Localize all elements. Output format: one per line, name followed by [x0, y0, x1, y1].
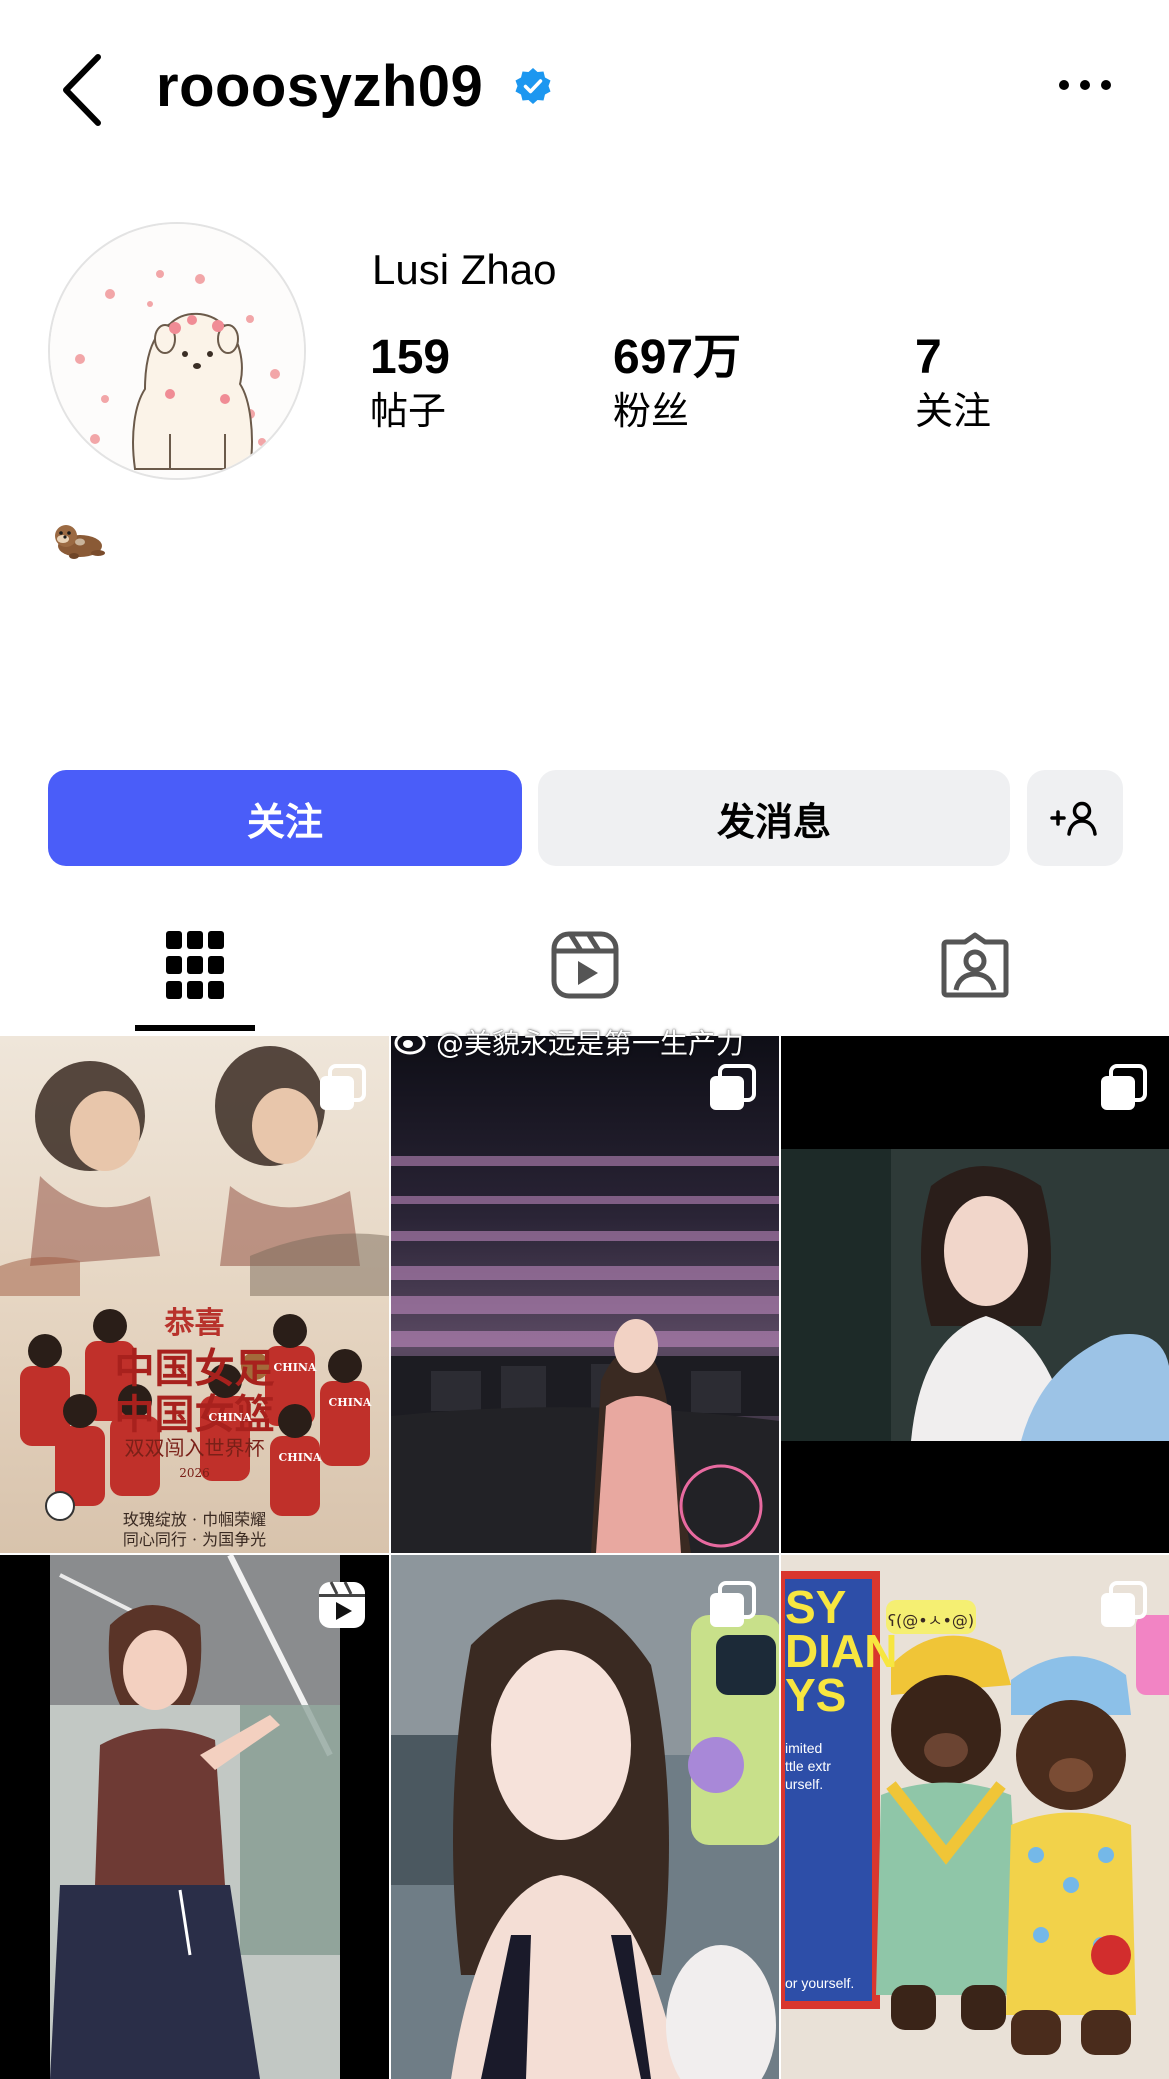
sign-bottom-text: or yourself.	[785, 1975, 855, 1991]
profile-username: rooosyzh09	[156, 54, 484, 119]
tab-tagged[interactable]	[875, 900, 1075, 1030]
post-thumbnail-6[interactable]: SY DIAN YS imited ttle extr urself. or y…	[781, 1555, 1169, 2079]
grid-icon	[166, 931, 224, 999]
carousel-icon	[710, 1581, 756, 1627]
sign-line-1: SY	[785, 1581, 847, 1633]
post-thumbnail-2[interactable]	[391, 1036, 779, 1553]
poster-line-3: 双双闯入世界杯	[124, 1436, 265, 1460]
tab-posts[interactable]	[95, 900, 295, 1030]
post-thumbnail-1[interactable]: 恭喜 中国女足 中国女篮 双双闯入世界杯 2026 玫瑰绽放 · 巾帼荣耀 同心…	[0, 1036, 389, 1553]
speech-bubble-text: ʕ(@•ㅅ•@)	[887, 1611, 975, 1630]
stat-followers-label: 粉丝	[613, 389, 690, 433]
stat-followers-value: 697万	[613, 331, 742, 384]
chevron-left-icon	[63, 54, 101, 126]
reel-icon	[319, 1581, 365, 1628]
stat-posts[interactable]: 159 帖子	[370, 330, 450, 436]
post-thumbnail-5[interactable]	[391, 1555, 779, 2079]
back-button[interactable]	[50, 45, 120, 135]
sign-line-3: YS	[785, 1669, 847, 1721]
follow-button[interactable]: 关注	[48, 770, 522, 866]
carousel-icon	[1101, 1064, 1147, 1110]
stat-following-value: 7	[915, 331, 942, 384]
profile-header: rooosyzh09	[0, 0, 1169, 175]
dance-reel-photo	[0, 1555, 389, 2079]
add-person-icon	[1050, 801, 1097, 836]
stat-following[interactable]: 7 关注	[915, 330, 991, 436]
watermark-text: @美貌永远是第一生产力	[436, 1027, 745, 1060]
tagged-person-icon	[941, 932, 1009, 998]
profile-avatar[interactable]	[48, 222, 306, 480]
stat-posts-label: 帖子	[370, 389, 447, 433]
poster-year: 2026	[179, 1466, 210, 1480]
suggested-users-button[interactable]	[1027, 770, 1123, 866]
more-horizontal-icon	[1059, 80, 1111, 90]
stat-following-label: 关注	[915, 389, 992, 433]
posts-grid: 恭喜 中国女足 中国女篮 双双闯入世界杯 2026 玫瑰绽放 · 巾帼荣耀 同心…	[0, 1036, 1169, 2079]
carousel-icon	[320, 1064, 366, 1110]
reels-icon	[551, 931, 619, 999]
jersey-label: CHINA	[273, 1361, 317, 1374]
sign-line-2: DIAN	[785, 1625, 898, 1677]
otter-emoji-icon	[55, 525, 105, 559]
jersey-label: CHINA	[328, 1396, 372, 1409]
jersey-label: CHINA	[208, 1411, 252, 1424]
weibo-logo-icon	[394, 1026, 429, 1055]
active-tab-indicator	[135, 1025, 255, 1031]
avatar-dog-illustration	[50, 224, 304, 478]
message-button[interactable]: 发消息	[538, 770, 1010, 866]
more-options-button[interactable]	[1055, 65, 1115, 105]
post-thumbnail-3[interactable]	[781, 1036, 1169, 1553]
tab-reels[interactable]	[485, 900, 685, 1030]
jersey-label: CHINA	[278, 1451, 322, 1464]
post-thumbnail-4[interactable]	[0, 1555, 389, 2079]
stat-followers[interactable]: 697万 粉丝	[613, 330, 741, 436]
sign-small-1: imited	[785, 1740, 823, 1756]
poster-footer-2: 同心同行 · 为国争光	[122, 1530, 267, 1549]
selfie-photo	[391, 1555, 779, 2079]
verified-badge-icon	[515, 68, 551, 104]
carousel-icon	[1101, 1581, 1147, 1627]
stat-posts-value: 159	[370, 331, 451, 384]
sign-small-2: ttle extr	[785, 1758, 831, 1774]
display-name: Lusi Zhao	[372, 246, 557, 293]
carousel-icon	[710, 1064, 756, 1110]
sign-small-3: urself.	[785, 1776, 824, 1792]
